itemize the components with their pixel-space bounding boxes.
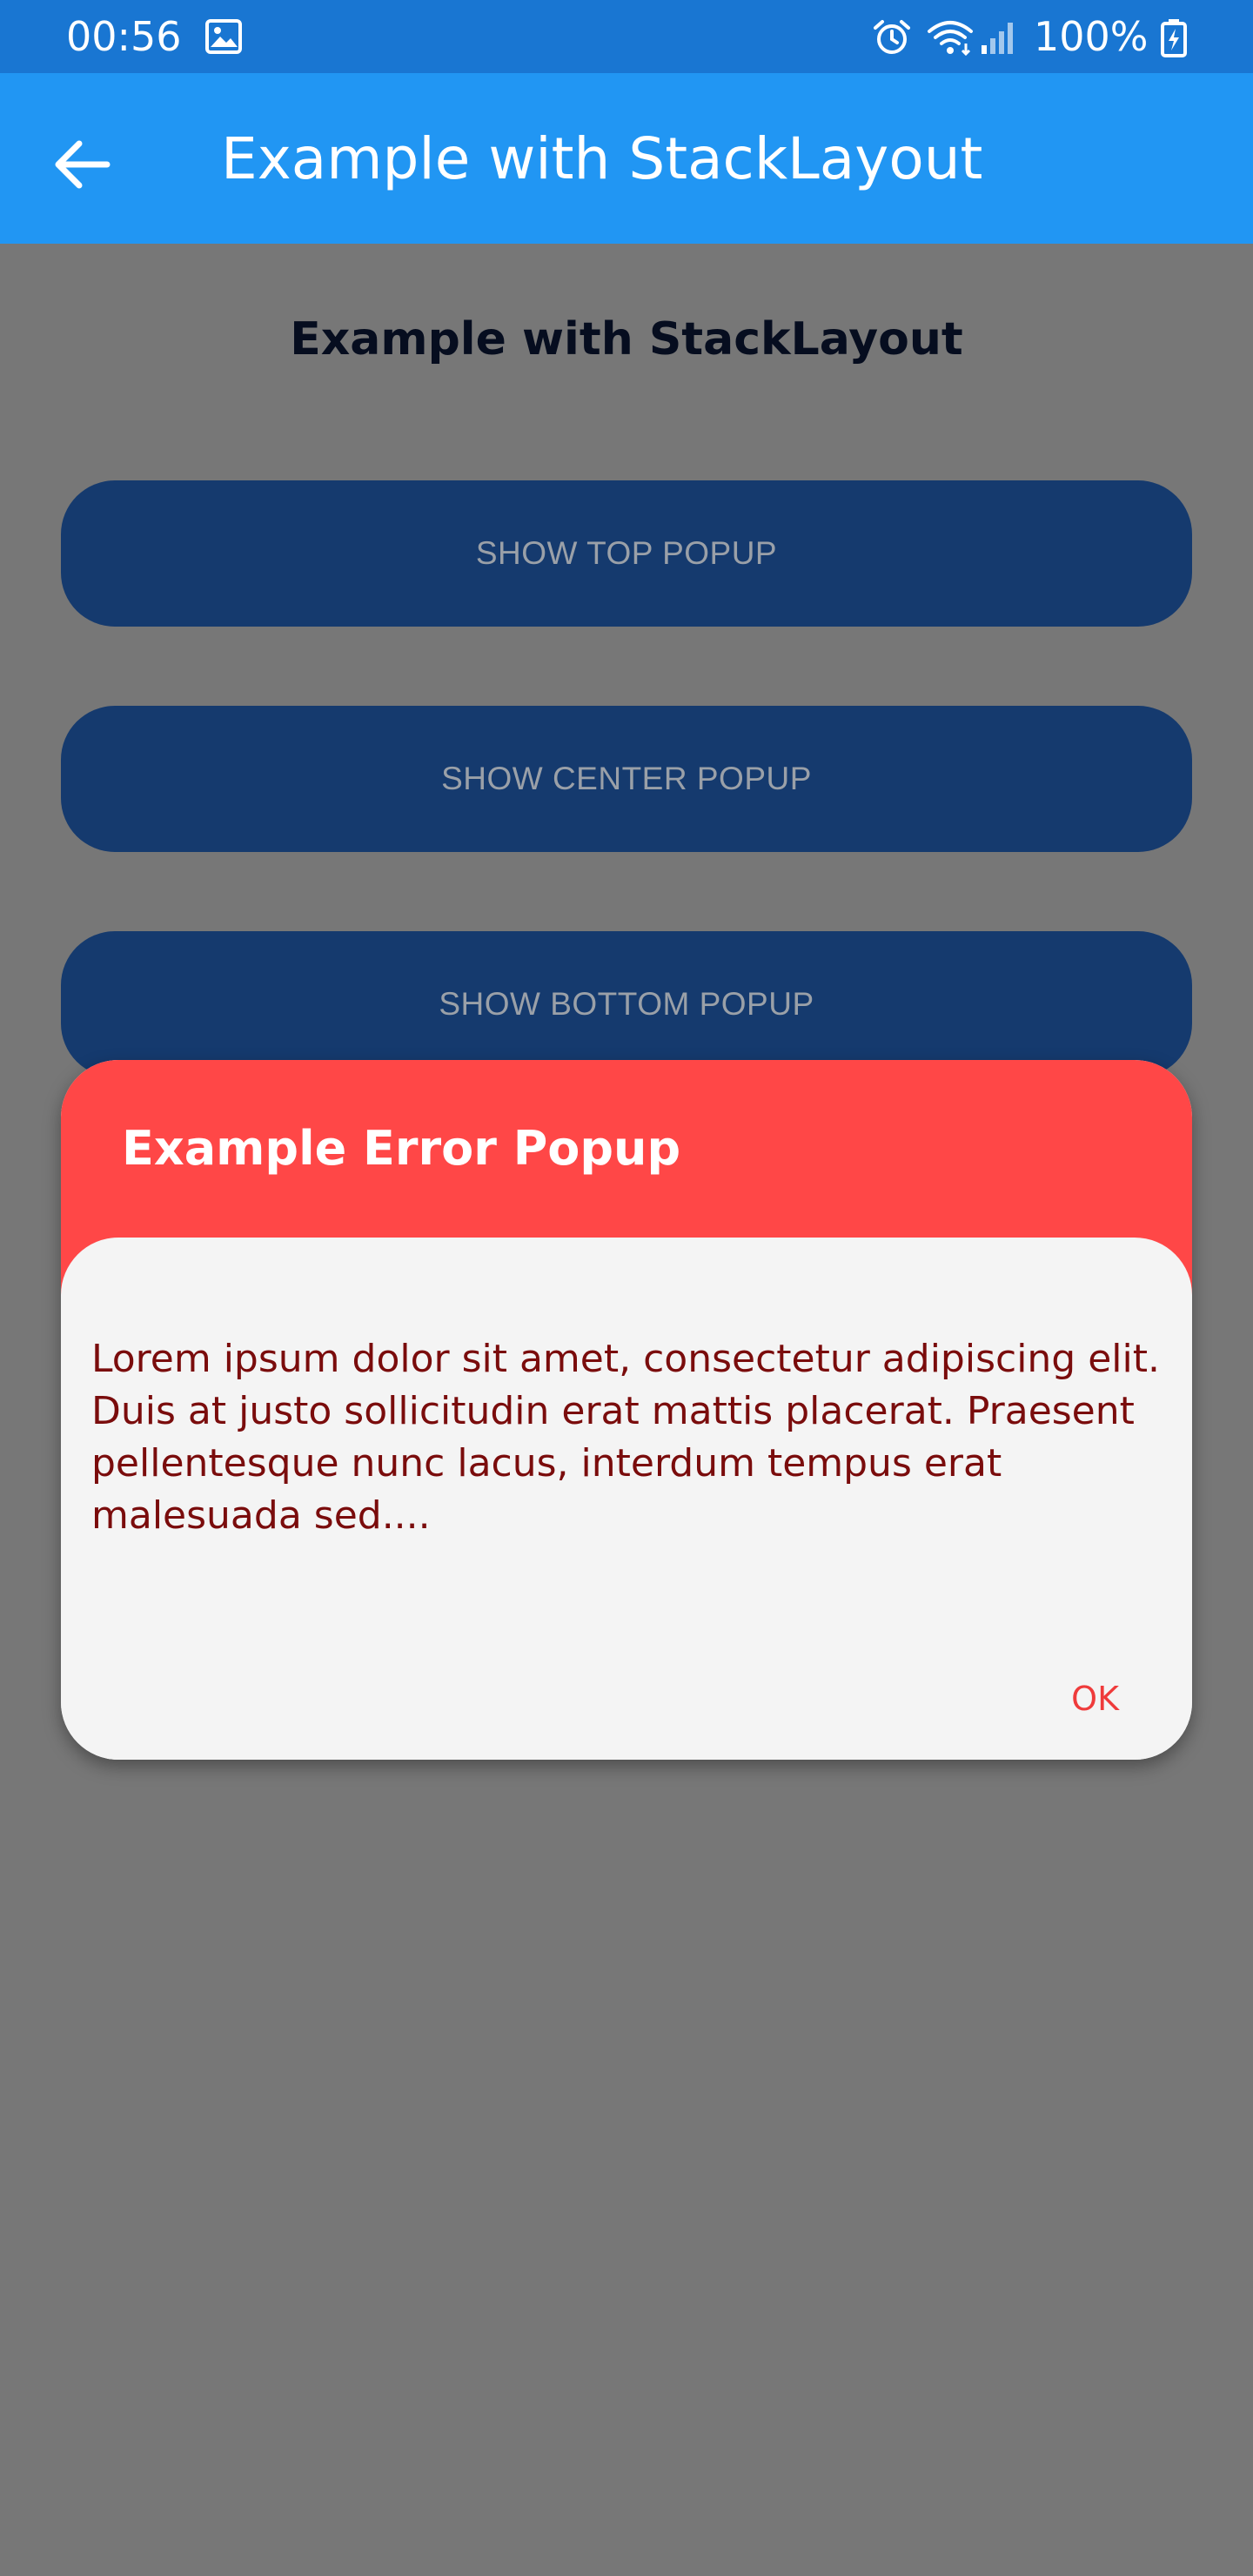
ok-button[interactable]: OK [1059, 1673, 1131, 1725]
back-button[interactable] [35, 117, 131, 212]
app-bar: Example with StackLayout [0, 73, 1253, 244]
app-bar-title: Example with StackLayout [221, 125, 983, 192]
status-time: 00:56 [66, 13, 182, 60]
show-bottom-popup-button[interactable]: SHOW BOTTOM POPUP [61, 931, 1192, 1077]
arrow-left-icon [55, 140, 111, 189]
wifi-icon [926, 19, 975, 56]
dialog-title: Example Error Popup [122, 1121, 681, 1176]
show-center-popup-button[interactable]: SHOW CENTER POPUP [61, 706, 1192, 852]
error-popup-dialog: Example Error Popup Lorem ipsum dolor si… [61, 1060, 1192, 1760]
status-bar: 00:56 100% [0, 0, 1253, 73]
dialog-body: Lorem ipsum dolor sit amet, consectetur … [61, 1238, 1192, 1760]
alarm-icon [872, 19, 912, 56]
battery-icon [1161, 19, 1187, 57]
show-top-popup-button[interactable]: SHOW TOP POPUP [61, 480, 1192, 627]
image-icon [205, 19, 242, 54]
page-heading: Example with StackLayout [290, 313, 963, 366]
battery-percentage: 100% [1034, 13, 1149, 60]
dialog-message: Lorem ipsum dolor sit amet, consectetur … [91, 1337, 1160, 1538]
signal-icon [980, 19, 1018, 56]
